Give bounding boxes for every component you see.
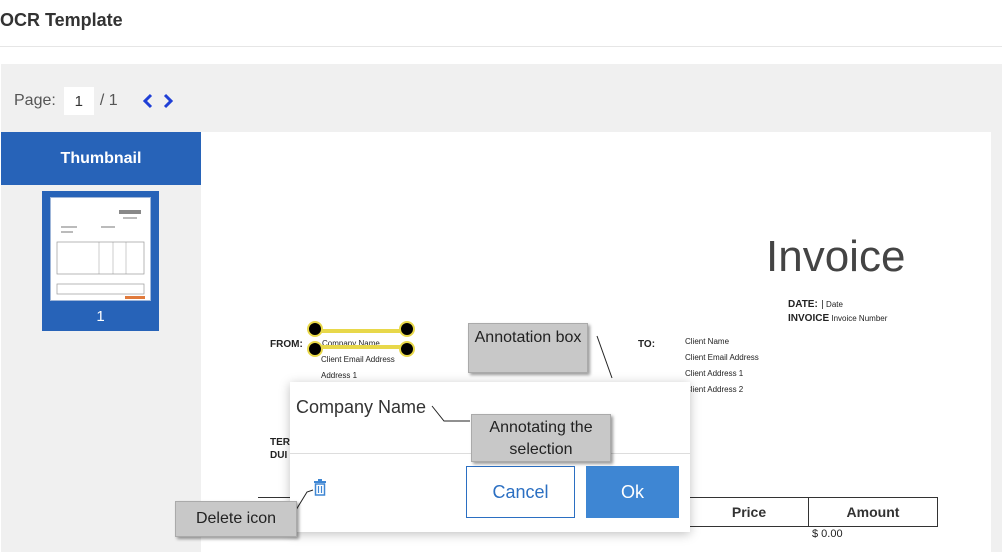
table-header-price: Price xyxy=(688,498,809,526)
to-client-address-1[interactable]: Client Address 1 xyxy=(685,369,743,378)
chevron-right-icon[interactable] xyxy=(160,93,176,109)
resize-handle-bottom-left[interactable] xyxy=(307,341,323,357)
from-address-1[interactable]: Address 1 xyxy=(321,371,357,380)
thumbnail-page-card[interactable]: 1 xyxy=(42,191,159,331)
annotation-text: Company Name xyxy=(296,397,427,417)
resize-handle-bottom-right[interactable] xyxy=(399,341,415,357)
thumbnail-page-number: 1 xyxy=(96,308,105,325)
resize-handle-top-left[interactable] xyxy=(307,321,323,337)
chevron-left-icon[interactable] xyxy=(140,93,156,109)
to-label: TO: xyxy=(638,339,656,350)
callout-annotating-selection: Annotating the selection xyxy=(471,414,611,462)
thumbnail-header: Thumbnail xyxy=(1,132,201,185)
date-field[interactable]: Date xyxy=(822,300,843,309)
terms-label-partial: TER xyxy=(270,437,290,448)
thumbnail-preview-graphic xyxy=(56,210,145,299)
page-label: Page: xyxy=(14,92,56,109)
invoice-title: Invoice xyxy=(766,232,906,281)
trash-icon[interactable] xyxy=(311,478,329,496)
table-header-amount: Amount xyxy=(808,498,938,526)
page-total: / 1 xyxy=(99,92,118,109)
amount-cell: $ 0.00 xyxy=(812,528,843,540)
from-email[interactable]: Client Email Address xyxy=(321,355,395,364)
invoice-number-field[interactable]: Invoice Number xyxy=(831,314,887,323)
due-label-partial: DUI xyxy=(270,450,288,461)
invoice-label: INVOICE xyxy=(788,313,830,324)
ok-button[interactable]: Ok xyxy=(586,466,679,518)
resize-handle-top-right[interactable] xyxy=(399,321,415,337)
to-client-email[interactable]: Client Email Address xyxy=(685,353,759,362)
title-bar: OCR Template xyxy=(0,0,1002,47)
from-label: FROM: xyxy=(270,339,303,350)
invoice-row: INVOICE Invoice Number xyxy=(788,313,887,324)
page-number-input[interactable] xyxy=(63,87,94,115)
annotation-selection-box[interactable] xyxy=(315,329,407,349)
page-navigation: Page: / 1 xyxy=(14,86,176,116)
app-title: OCR Template xyxy=(0,10,123,30)
cancel-button[interactable]: Cancel xyxy=(466,466,575,518)
callout-annotation-box: Annotation box xyxy=(468,323,588,373)
thumbnail-image xyxy=(50,197,151,301)
date-label: DATE: xyxy=(788,299,818,310)
to-client-name[interactable]: Client Name xyxy=(685,337,729,346)
callout-delete-icon: Delete icon xyxy=(175,501,297,537)
date-row: DATE: Date xyxy=(788,299,843,310)
to-client-address-2[interactable]: Client Address 2 xyxy=(685,385,743,394)
thumbnail-panel: Thumbnail 1 xyxy=(1,132,201,552)
